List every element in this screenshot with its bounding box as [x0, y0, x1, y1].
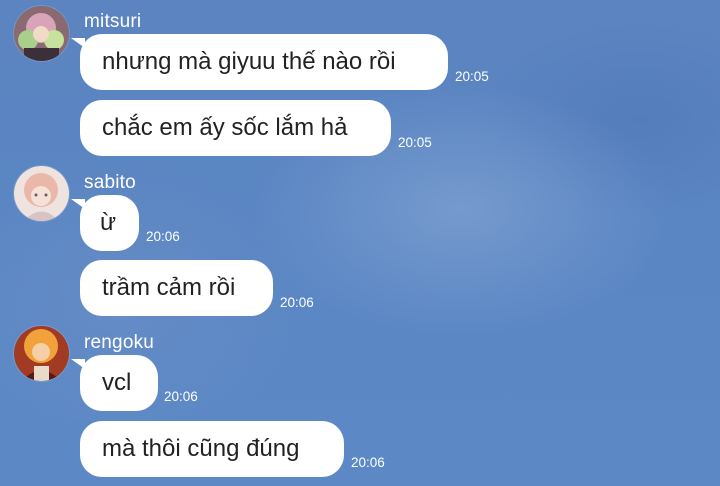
- message-timestamp: 20:06: [280, 295, 314, 310]
- message-timestamp: 20:06: [146, 229, 180, 244]
- message-bubble[interactable]: trầm cảm rồi: [80, 260, 273, 316]
- avatar-rengoku[interactable]: [14, 326, 69, 381]
- message-bubble[interactable]: chắc em ấy sốc lắm hả: [80, 100, 391, 156]
- message-text: chắc em ấy sốc lắm hả: [102, 114, 348, 141]
- message-bubble[interactable]: vcl: [71, 355, 158, 411]
- message-text: ừ: [100, 209, 117, 236]
- avatar-sabito[interactable]: [14, 166, 69, 221]
- avatar-image-sabito: [14, 166, 69, 221]
- message-bubble[interactable]: ừ: [71, 195, 139, 251]
- message-timestamp: 20:05: [398, 135, 432, 150]
- avatar-mitsuri[interactable]: [14, 6, 69, 61]
- message-timestamp: 20:06: [351, 455, 385, 470]
- message-text: nhưng mà giyuu thế nào rồi: [102, 48, 396, 75]
- username-rengoku: rengoku: [84, 332, 155, 353]
- message-text: trầm cảm rồi: [102, 274, 236, 301]
- avatar-image-mitsuri: [14, 6, 69, 61]
- avatar-image-rengoku: [14, 326, 69, 381]
- message-timestamp: 20:05: [455, 69, 489, 84]
- message-text: mà thôi cũng đúng: [102, 435, 300, 462]
- username-mitsuri: mitsuri: [84, 11, 142, 32]
- message-timestamp: 20:06: [164, 389, 198, 404]
- message-bubble[interactable]: mà thôi cũng đúng: [80, 421, 344, 477]
- message-text: vcl: [102, 369, 132, 396]
- username-sabito: sabito: [84, 172, 136, 193]
- message-bubble[interactable]: nhưng mà giyuu thế nào rồi: [71, 34, 448, 90]
